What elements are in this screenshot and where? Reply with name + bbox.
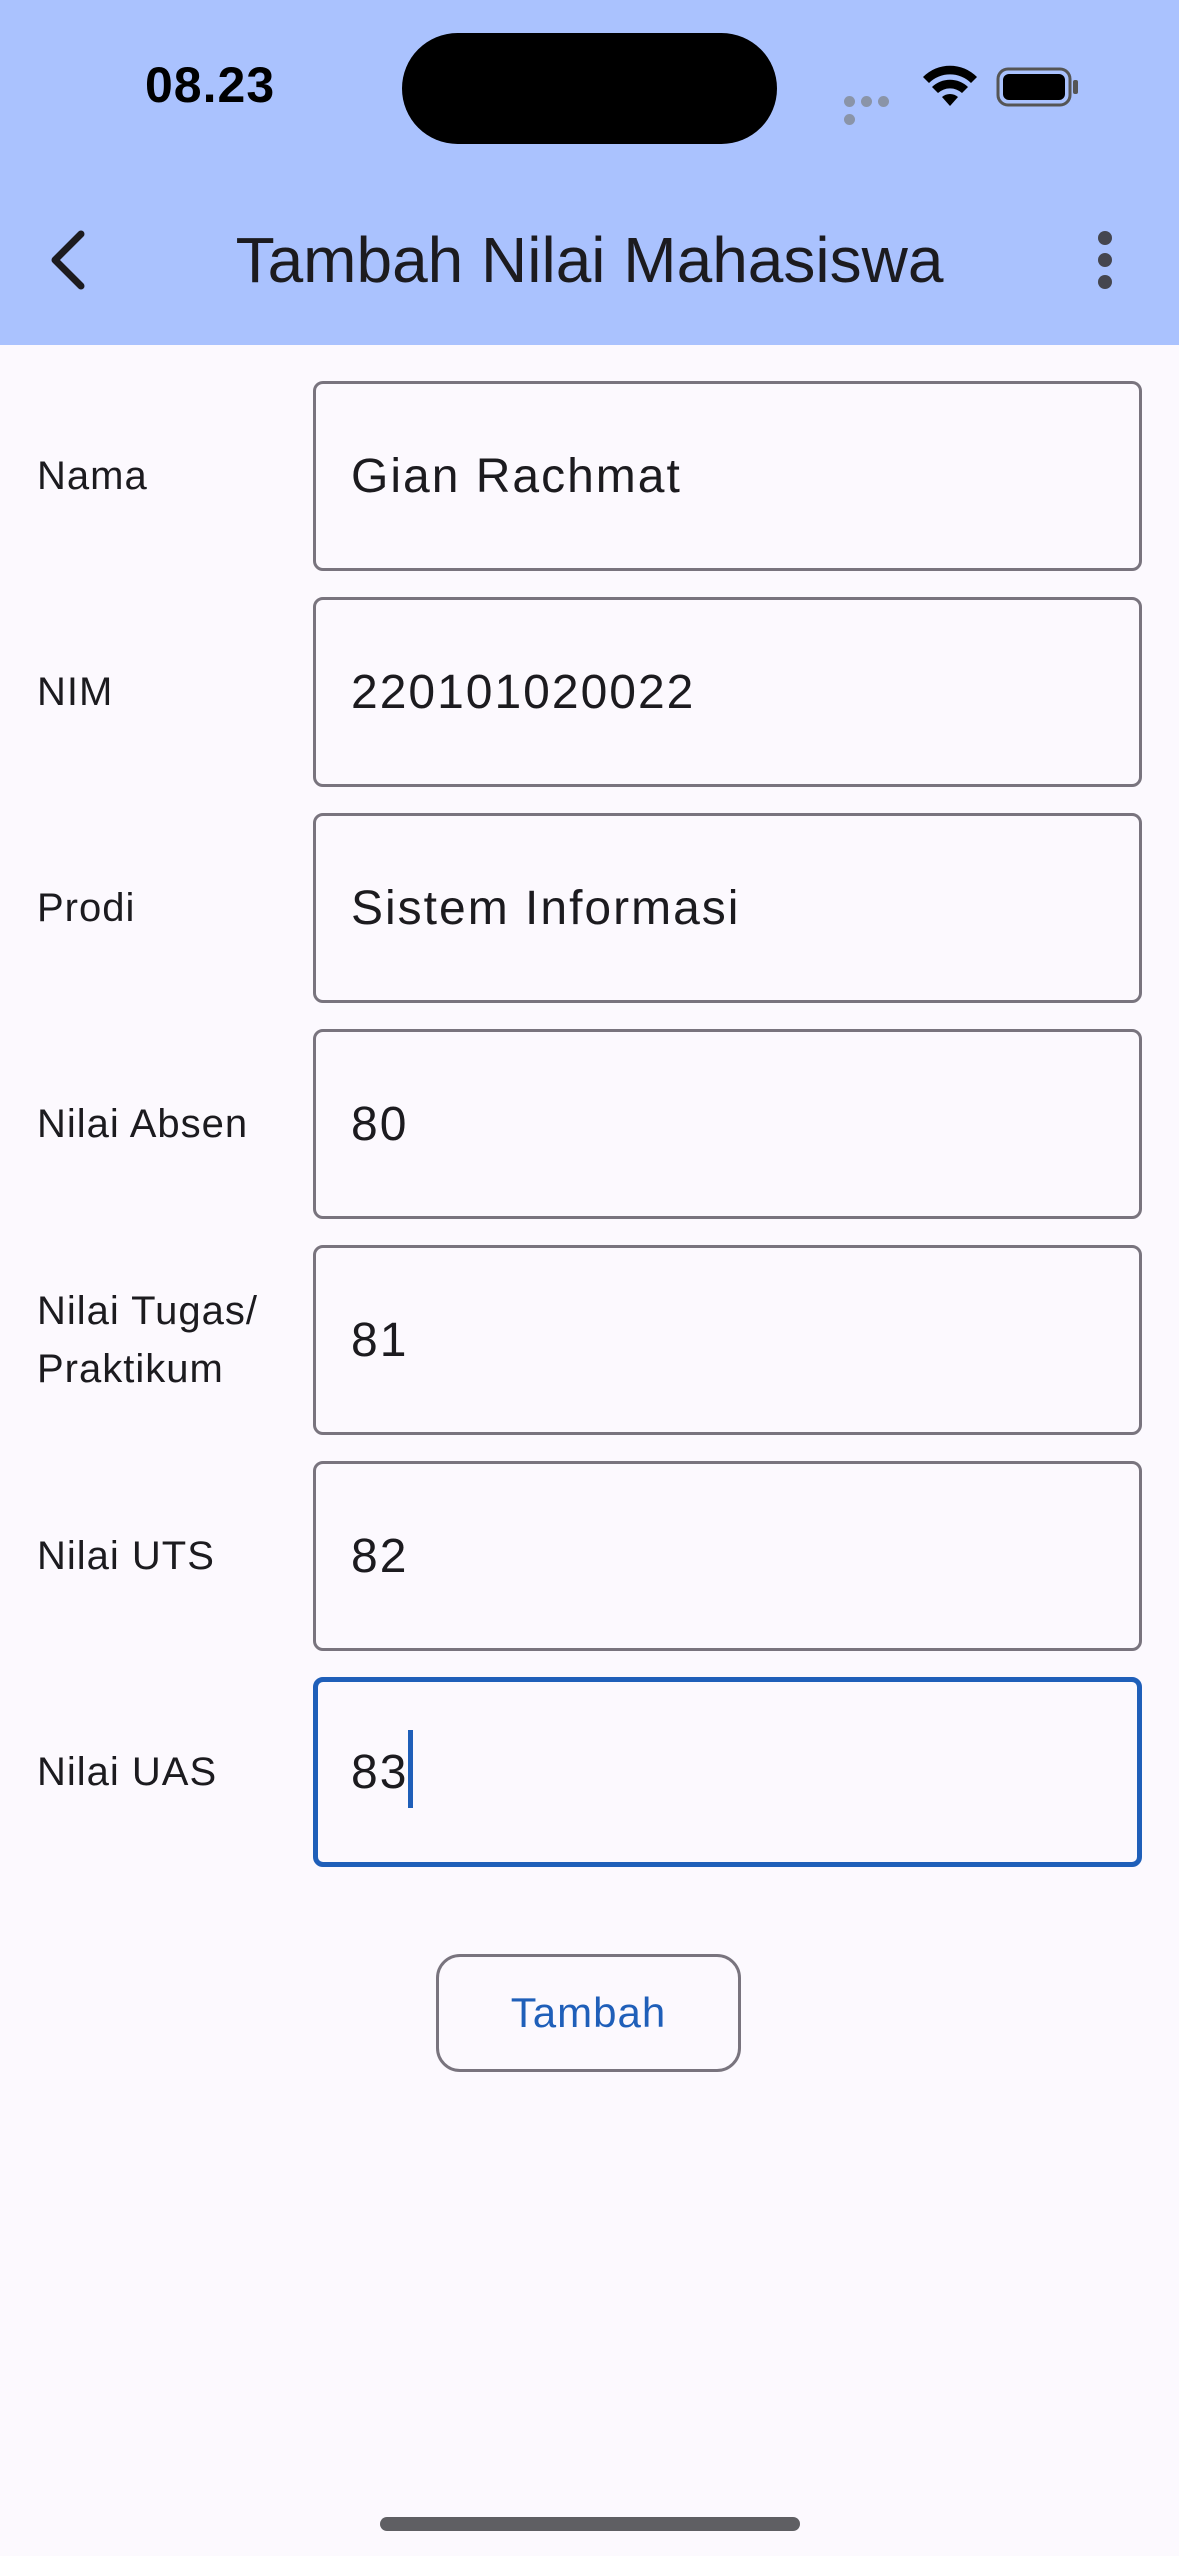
dynamic-island bbox=[402, 33, 777, 144]
form-row-nim: NIM bbox=[0, 597, 1179, 787]
app-header: 08.23 Tambah Nilai Mahasiswa bbox=[0, 0, 1179, 345]
nilai-tugas-input[interactable] bbox=[316, 1248, 1139, 1432]
prodi-input[interactable] bbox=[316, 816, 1139, 1000]
nilai-uas-input[interactable] bbox=[318, 1682, 1137, 1862]
nim-field-box[interactable] bbox=[313, 597, 1142, 787]
nilai-uts-input[interactable] bbox=[316, 1464, 1139, 1648]
nilai-tugas-label-line1: Nilai Tugas/ bbox=[37, 1289, 258, 1333]
form-row-prodi: Prodi bbox=[0, 813, 1179, 1003]
nilai-uas-field-box[interactable] bbox=[313, 1677, 1142, 1867]
nilai-uts-field-box[interactable] bbox=[313, 1461, 1142, 1651]
nama-input[interactable] bbox=[316, 384, 1139, 568]
more-options-button[interactable] bbox=[1080, 215, 1130, 305]
form-row-nilai-uts: Nilai UTS bbox=[0, 1461, 1179, 1651]
tambah-button[interactable]: Tambah bbox=[436, 1954, 741, 2072]
prodi-label: Prodi bbox=[37, 886, 136, 930]
nilai-absen-input[interactable] bbox=[316, 1032, 1139, 1216]
more-vertical-icon bbox=[1098, 231, 1112, 289]
nilai-absen-field-box[interactable] bbox=[313, 1029, 1142, 1219]
nilai-uts-label: Nilai UTS bbox=[37, 1534, 215, 1578]
form-row-nilai-uas: Nilai UAS bbox=[0, 1677, 1179, 1867]
home-indicator[interactable] bbox=[380, 2517, 800, 2531]
nim-input[interactable] bbox=[316, 600, 1139, 784]
nilai-uas-label: Nilai UAS bbox=[37, 1750, 218, 1794]
page-title: Tambah Nilai Mahasiswa bbox=[235, 224, 944, 296]
nilai-absen-label: Nilai Absen bbox=[37, 1102, 249, 1146]
form-row-nama: Nama bbox=[0, 381, 1179, 571]
signal-dots-icon bbox=[844, 94, 906, 125]
form-row-nilai-tugas: Nilai Tugas/ Praktikum bbox=[0, 1245, 1179, 1435]
nama-label: Nama bbox=[37, 454, 148, 498]
status-time: 08.23 bbox=[145, 57, 276, 113]
text-cursor bbox=[408, 1730, 413, 1808]
nim-label: NIM bbox=[37, 670, 114, 714]
nama-field-box[interactable] bbox=[313, 381, 1142, 571]
battery-icon bbox=[996, 67, 1078, 107]
nilai-tugas-label: Nilai Tugas/ Praktikum bbox=[37, 1245, 297, 1435]
prodi-field-box[interactable] bbox=[313, 813, 1142, 1003]
form-row-nilai-absen: Nilai Absen bbox=[0, 1029, 1179, 1219]
nilai-tugas-field-box[interactable] bbox=[313, 1245, 1142, 1435]
wifi-icon bbox=[923, 65, 977, 106]
nilai-tugas-label-line2: Praktikum bbox=[37, 1347, 224, 1391]
